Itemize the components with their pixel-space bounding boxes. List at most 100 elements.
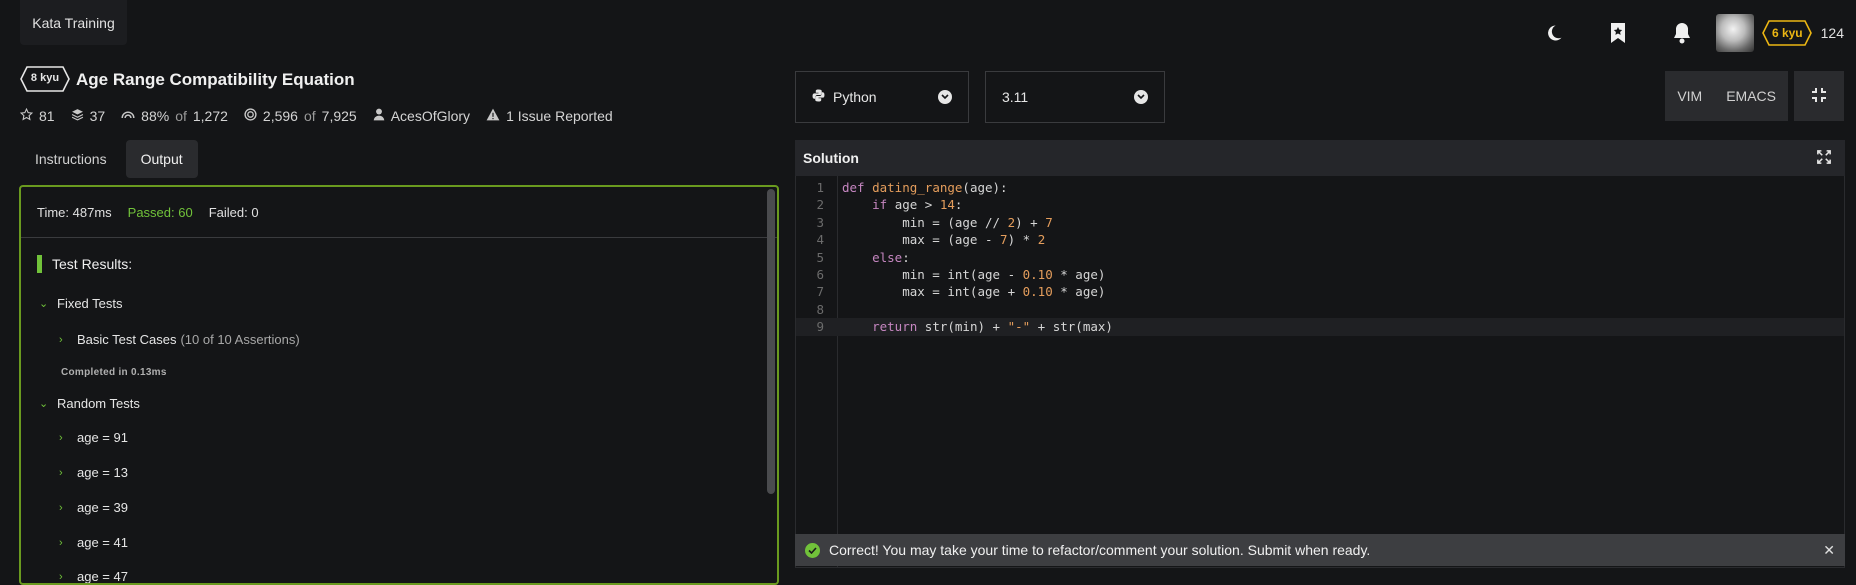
random-test-label: age = 91 xyxy=(77,430,128,445)
chevron-down-icon xyxy=(938,90,952,104)
completed-total: 7,925 xyxy=(321,108,357,124)
avatar[interactable] xyxy=(1715,14,1754,52)
version-select[interactable]: 3.11 xyxy=(985,71,1165,123)
brand-label[interactable]: Kata Training xyxy=(20,0,127,45)
code-line: 7 max = int(age + 0.10 * age) xyxy=(796,283,1844,300)
completed-of: of xyxy=(303,108,316,124)
completed-count: 2,596 xyxy=(262,108,298,124)
failed-label: Failed: 0 xyxy=(208,204,259,220)
kata-stats: 81 37 88% of 1,272 2,596 of 7,925 AcesOf… xyxy=(19,107,613,124)
satisfaction-pct: 88% xyxy=(141,108,170,124)
line-number: 8 xyxy=(816,301,824,317)
random-test-case[interactable]: › age = 47 xyxy=(59,569,128,584)
language-select[interactable]: Python xyxy=(795,71,969,123)
output-panel: Time: 487ms Passed: 60 Failed: 0 Test Re… xyxy=(19,185,779,585)
stars-count: 81 xyxy=(39,108,55,124)
code-editor[interactable]: 1 def dating_range(age): 2 if age > 14: 3… xyxy=(795,176,1845,568)
code-line-current: 9 return str(min) + "-" + str(max) xyxy=(796,318,1844,336)
code-line: 5 else: xyxy=(796,249,1844,266)
satisfaction-stat: 88% of 1,272 xyxy=(121,108,228,124)
success-alert: Correct! You may take your time to refac… xyxy=(795,534,1845,566)
satisfaction-of: of xyxy=(175,108,187,124)
code-line: 1 def dating_range(age): xyxy=(796,179,1844,196)
chevron-right-icon: › xyxy=(59,466,63,479)
check-circle-icon xyxy=(805,542,820,558)
chevron-down-icon: ⌄ xyxy=(39,398,49,410)
moon-icon[interactable] xyxy=(1522,0,1586,66)
fixed-tests-group[interactable]: ⌄ Fixed Tests xyxy=(39,296,123,311)
line-number: 2 xyxy=(816,197,824,213)
language-value: Python xyxy=(833,89,877,105)
author-stat[interactable]: AcesOfGlory xyxy=(373,108,470,124)
random-tests-label: Random Tests xyxy=(57,396,140,411)
random-tests-group[interactable]: ⌄ Random Tests xyxy=(39,396,140,411)
random-test-label: age = 47 xyxy=(77,569,128,584)
emacs-mode-button[interactable]: EMACS xyxy=(1714,71,1788,121)
code-line: 4 max = (age - 7) * 2 xyxy=(796,231,1844,248)
panel-tabs: Instructions Output xyxy=(20,140,198,178)
rainbow-icon xyxy=(121,108,135,124)
basic-test-cases[interactable]: › Basic Test Cases (10 of 10 Assertions) xyxy=(59,332,300,347)
line-number: 7 xyxy=(816,284,824,300)
completed-stat: 2,596 of 7,925 xyxy=(244,108,357,124)
solution-title: Solution xyxy=(803,150,859,166)
star-icon xyxy=(19,107,34,124)
vim-mode-button[interactable]: VIM xyxy=(1665,71,1714,121)
user-icon xyxy=(373,108,385,124)
compress-icon xyxy=(1811,87,1827,106)
fullscreen-button[interactable] xyxy=(1794,71,1844,121)
random-test-case[interactable]: › age = 41 xyxy=(59,535,128,550)
random-test-case[interactable]: › age = 39 xyxy=(59,500,128,515)
random-test-case[interactable]: › age = 91 xyxy=(59,430,128,445)
completed-time: Completed in 0.13ms xyxy=(61,367,167,378)
warning-icon xyxy=(486,108,500,124)
time-label: Time: 487ms xyxy=(37,204,112,220)
editor-modes: VIM EMACS xyxy=(1665,71,1788,121)
bookmark-icon[interactable] xyxy=(1586,0,1650,66)
close-icon[interactable]: ✕ xyxy=(1823,542,1835,559)
issues-label: 1 Issue Reported xyxy=(506,108,613,124)
collections-stat[interactable]: 37 xyxy=(71,108,105,124)
python-icon xyxy=(812,89,825,105)
output-scrollbar[interactable] xyxy=(767,189,775,494)
code-line: 2 if age > 14: xyxy=(796,196,1844,213)
chevron-right-icon: › xyxy=(59,536,63,549)
random-test-label: age = 41 xyxy=(77,535,128,550)
line-number: 3 xyxy=(816,214,824,230)
code-line: 3 min = (age // 2) + 7 xyxy=(796,214,1844,231)
honor-count[interactable]: 124 xyxy=(1821,25,1844,41)
basic-test-assertions: (10 of 10 Assertions) xyxy=(180,332,300,347)
tab-output[interactable]: Output xyxy=(125,140,198,178)
tab-instructions[interactable]: Instructions xyxy=(20,140,122,178)
random-test-case[interactable]: › age = 13 xyxy=(59,465,128,480)
expand-icon[interactable] xyxy=(1817,149,1831,167)
layers-icon xyxy=(71,108,84,124)
test-summary: Time: 487ms Passed: 60 Failed: 0 xyxy=(21,187,777,238)
code-line: 6 min = int(age - 0.10 * age) xyxy=(796,266,1844,283)
results-indicator xyxy=(37,255,42,273)
code-line: 8 xyxy=(796,301,1844,318)
random-test-label: age = 13 xyxy=(77,465,128,480)
kata-title: Age Range Compatibility Equation xyxy=(76,70,355,89)
basic-test-label: Basic Test Cases xyxy=(77,332,177,347)
results-title: Test Results: xyxy=(52,256,133,272)
kata-rank-label: 8 kyu xyxy=(30,72,60,84)
chevron-down-icon xyxy=(1134,90,1148,104)
version-value: 3.11 xyxy=(1002,89,1029,105)
line-number: 4 xyxy=(816,232,824,248)
line-number: 1 xyxy=(816,180,824,195)
chevron-down-icon: ⌄ xyxy=(39,298,49,310)
test-results-header: Test Results: xyxy=(37,255,132,273)
fixed-tests-label: Fixed Tests xyxy=(57,296,123,311)
line-number: 9 xyxy=(816,319,824,335)
satisfaction-total: 1,272 xyxy=(192,108,228,124)
solution-header: Solution xyxy=(795,140,1845,176)
user-rank-badge[interactable]: 6 kyu xyxy=(1762,20,1813,46)
line-number: 5 xyxy=(816,249,824,265)
issues-stat[interactable]: 1 Issue Reported xyxy=(486,108,613,124)
chevron-right-icon: › xyxy=(59,431,63,444)
top-nav: 6 kyu 124 xyxy=(1522,0,1856,66)
chevron-right-icon: › xyxy=(59,501,63,514)
stars-stat[interactable]: 81 xyxy=(19,107,55,124)
bell-icon[interactable] xyxy=(1650,0,1714,66)
